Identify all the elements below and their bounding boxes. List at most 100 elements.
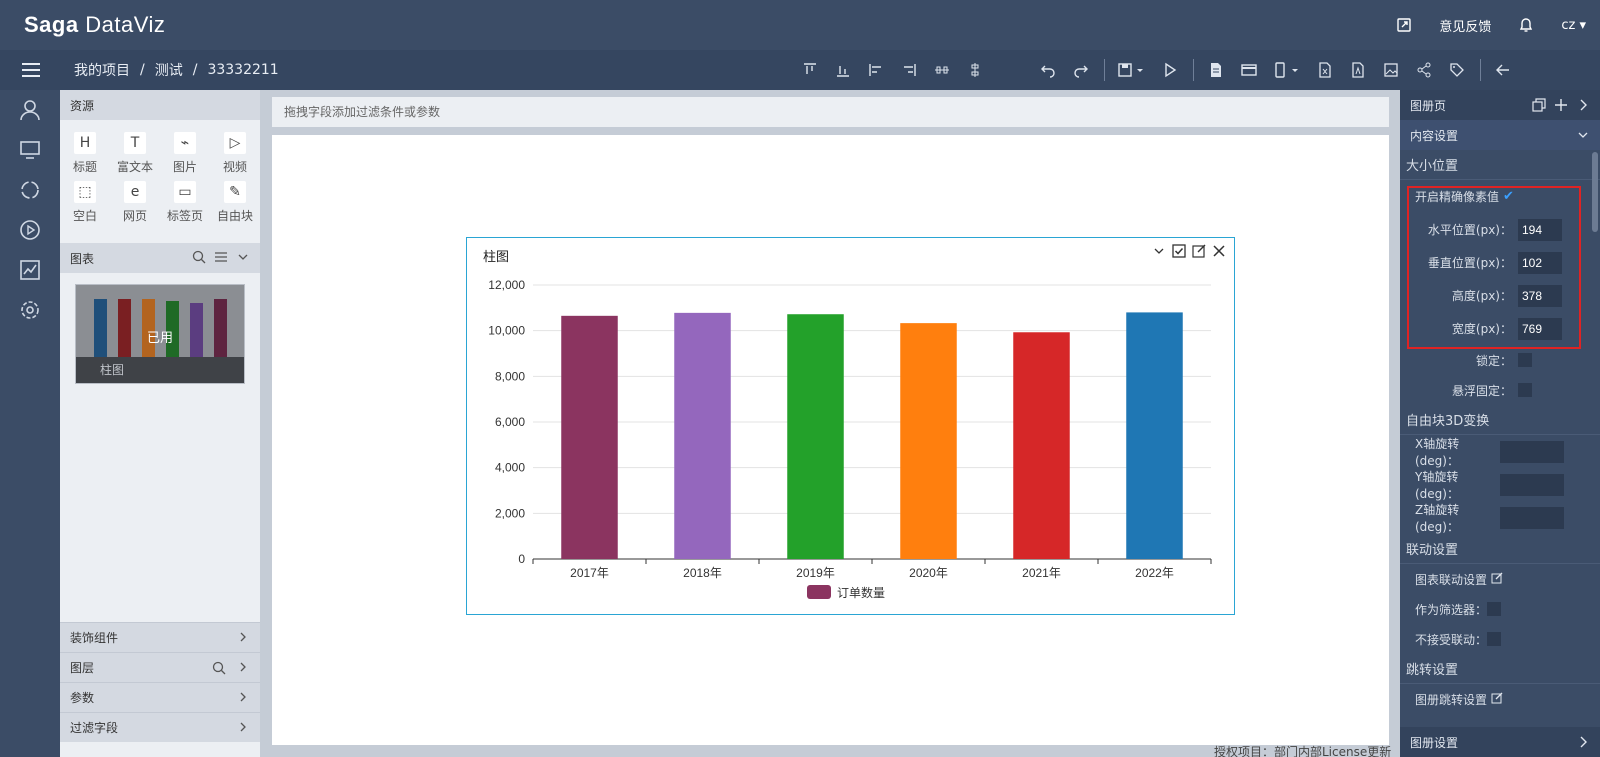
settings-scrollbar[interactable] [1592, 152, 1598, 232]
as-filter-row: 作为筛选器： [1400, 594, 1600, 624]
content-settings-header[interactable]: 内容设置 [1400, 120, 1600, 150]
breadcrumb-separator: / [192, 62, 198, 78]
legend-label: 订单数量 [837, 585, 885, 600]
album-settings-footer[interactable]: 图册设置 [1400, 727, 1600, 757]
list-icon[interactable] [214, 250, 228, 264]
edit-icon[interactable] [1491, 572, 1503, 587]
jump-setting-row[interactable]: 图册跳转设置 [1400, 684, 1600, 714]
plus-icon[interactable] [1554, 98, 1568, 112]
section-filter-fields[interactable]: 过滤字段 [60, 712, 260, 742]
copy-icon[interactable] [1532, 98, 1546, 112]
hamburger-menu-icon[interactable] [20, 59, 42, 81]
y-tick-label: 8,000 [495, 369, 525, 383]
tabs-icon: ▭ [174, 181, 196, 203]
cycle-icon[interactable] [18, 178, 42, 202]
align-top-icon[interactable] [798, 58, 822, 82]
z-rot-input[interactable] [1500, 506, 1564, 529]
document-icon[interactable] [1204, 58, 1228, 82]
float-checkbox[interactable] [1518, 383, 1532, 397]
share-icon[interactable] [1412, 58, 1436, 82]
blank-icon: ⬚ [74, 181, 96, 203]
image-export-icon[interactable] [1379, 58, 1403, 82]
monitor-icon[interactable] [18, 138, 42, 162]
align-right-icon[interactable] [897, 58, 921, 82]
pdf-export-icon[interactable] [1346, 58, 1370, 82]
chevron-down-icon: ▾ [1579, 17, 1586, 33]
preview-play-icon[interactable] [1158, 58, 1182, 82]
card-icon[interactable] [1237, 58, 1261, 82]
toolbar-divider [1480, 59, 1481, 81]
bar [1013, 332, 1070, 559]
undo-icon[interactable] [1036, 58, 1060, 82]
tag-icon[interactable] [1445, 58, 1469, 82]
heading-icon: H [74, 132, 96, 154]
search-icon[interactable] [192, 250, 206, 264]
resource-item-webpage[interactable]: e 网页 [110, 181, 160, 224]
edit-icon[interactable] [1192, 244, 1206, 258]
text-icon: T [124, 132, 146, 154]
x-tick-label: 2017年 [570, 566, 609, 580]
align-left-icon[interactable] [864, 58, 888, 82]
y-tick-label: 12,000 [488, 278, 525, 292]
back-arrow-icon[interactable] [1491, 58, 1515, 82]
close-icon[interactable] [1212, 244, 1226, 258]
save-icon[interactable] [1115, 58, 1149, 82]
chart-linkage-row[interactable]: 图表联动设置 [1400, 564, 1600, 594]
breadcrumb-test[interactable]: 测试 [155, 60, 183, 80]
distribute-horizontal-icon[interactable] [930, 58, 954, 82]
resource-item-freeblock[interactable]: ✎ 自由块 [210, 181, 260, 224]
left-icon-rail [0, 90, 60, 757]
bar-chart-widget[interactable]: 0 2,000 4,000 6,000 8,000 10,000 12,000 2017年 20… [466, 237, 1235, 615]
y-rot-input[interactable] [1500, 473, 1564, 496]
play-circle-icon[interactable] [18, 218, 42, 242]
resource-item-tabs[interactable]: ▭ 标签页 [160, 181, 210, 224]
no-linkage-checkbox[interactable] [1487, 632, 1502, 646]
section-decorations[interactable]: 装饰组件 [60, 622, 260, 652]
jump-section: 跳转设置 [1400, 654, 1600, 684]
feedback-link[interactable]: 意见反馈 [1439, 16, 1491, 35]
chevron-down-icon[interactable] [1152, 244, 1166, 258]
filter-drop-zone[interactable]: 拖拽字段添加过滤条件或参数 [272, 97, 1389, 127]
x-rot-input[interactable] [1500, 440, 1564, 463]
y-tick-label: 10,000 [488, 324, 525, 338]
line-chart-icon[interactable] [18, 258, 42, 282]
mobile-icon[interactable] [1270, 58, 1304, 82]
chart-thumbnail-bar[interactable]: 已用 柱图 [75, 284, 245, 384]
section-params[interactable]: 参数 [60, 682, 260, 712]
section-layers[interactable]: 图层 [60, 652, 260, 682]
bar [787, 314, 844, 559]
user-icon[interactable] [18, 98, 42, 122]
toolbar-divider [1193, 59, 1194, 81]
bell-icon[interactable] [1517, 16, 1535, 34]
lock-checkbox[interactable] [1518, 353, 1532, 367]
chevron-down-icon[interactable] [236, 250, 250, 264]
edit-icon[interactable] [1491, 692, 1503, 707]
resource-item-title[interactable]: H 标题 [60, 132, 110, 175]
size-position-section: 大小位置 [1400, 150, 1600, 180]
free-block-icon: ✎ [224, 181, 246, 203]
resource-item-richtext[interactable]: T 富文本 [110, 132, 160, 175]
settings-header: 图册页 [1400, 90, 1600, 120]
resource-item-blank[interactable]: ⬚ 空白 [60, 181, 110, 224]
webpage-icon: e [124, 181, 146, 203]
bar-chart-svg: 0 2,000 4,000 6,000 8,000 10,000 12,000 2017年 20… [488, 278, 1212, 600]
top-bar: Saga DataViz 意见反馈 cz ▾ [0, 0, 1600, 50]
checkbox-icon[interactable] [1172, 244, 1186, 258]
chevron-down-icon [1576, 128, 1590, 145]
resource-item-video[interactable]: ▷ 视频 [210, 132, 260, 175]
as-filter-checkbox[interactable] [1487, 602, 1502, 616]
search-icon[interactable] [212, 661, 226, 678]
chevron-right-icon[interactable] [1576, 98, 1590, 112]
redo-icon[interactable] [1069, 58, 1093, 82]
align-bottom-icon[interactable] [831, 58, 855, 82]
resource-item-image[interactable]: ⌁ 图片 [160, 132, 210, 175]
excel-export-icon[interactable] [1313, 58, 1337, 82]
resources-header: 资源 [60, 90, 260, 120]
gear-icon[interactable] [18, 298, 42, 322]
app-logo[interactable]: Saga DataViz [24, 12, 165, 38]
user-menu[interactable]: cz ▾ [1561, 18, 1586, 33]
z-rot-row: Z轴旋转(deg)： [1400, 501, 1600, 534]
breadcrumb-projects[interactable]: 我的项目 [74, 60, 130, 80]
external-link-icon[interactable] [1395, 16, 1413, 34]
distribute-vertical-icon[interactable] [963, 58, 987, 82]
